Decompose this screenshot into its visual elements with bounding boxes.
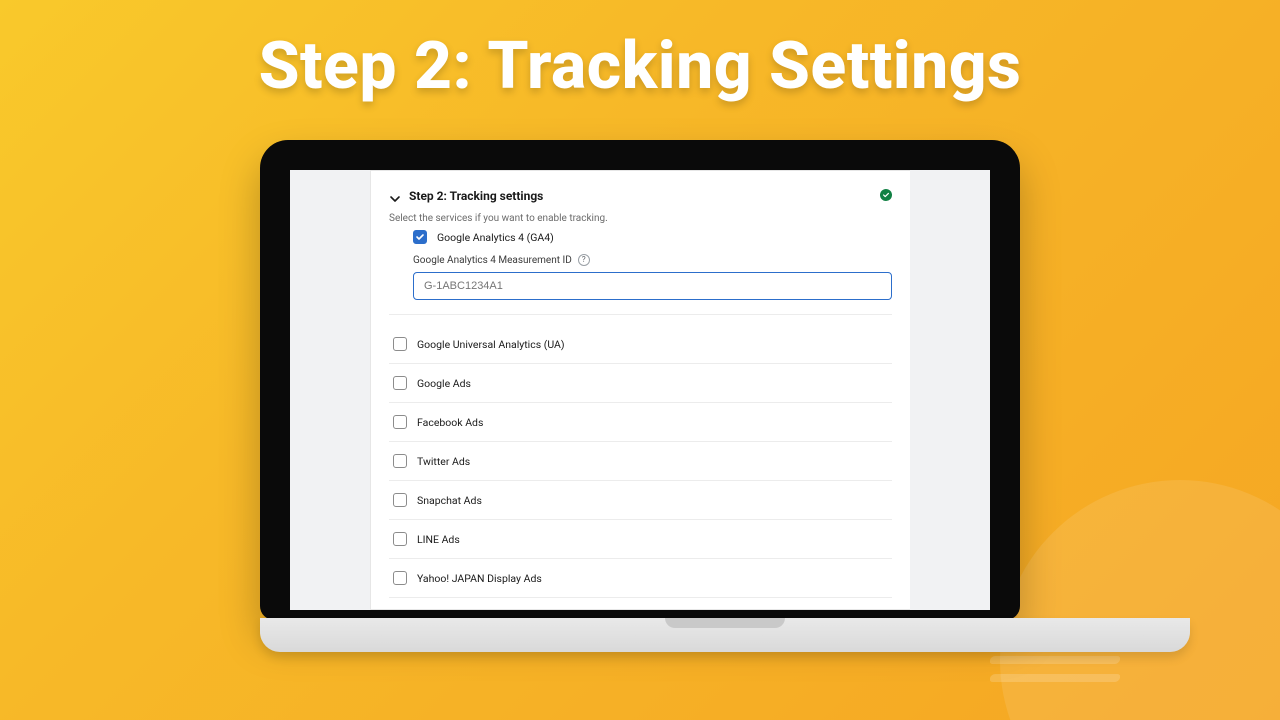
panel-description: Select the services if you want to enabl… bbox=[389, 213, 892, 224]
service-row-line-ads: LINE Ads bbox=[389, 520, 892, 559]
chevron-down-icon bbox=[389, 190, 401, 202]
laptop-mockup: Step 2: Tracking settings Select the ser… bbox=[260, 140, 1020, 654]
panel-title: Step 2: Tracking settings bbox=[409, 189, 543, 203]
hero-title: Step 2: Tracking Settings bbox=[0, 28, 1280, 105]
laptop-base bbox=[260, 618, 1190, 652]
checkbox-google-ads[interactable] bbox=[393, 376, 407, 390]
laptop-notch bbox=[665, 618, 785, 628]
service-label: Facebook Ads bbox=[417, 416, 483, 429]
service-label: Google Ads bbox=[417, 377, 471, 390]
service-row-yahoo-search: Yahoo! JAPAN Search Ads bbox=[389, 598, 892, 610]
checkbox-line-ads[interactable] bbox=[393, 532, 407, 546]
checkbox-twitter-ads[interactable] bbox=[393, 454, 407, 468]
service-ga4-block: Google Analytics 4 (GA4) Google Analytic… bbox=[389, 224, 892, 315]
ga4-field-label-row: Google Analytics 4 Measurement ID ? bbox=[413, 254, 892, 266]
service-row-yahoo-display: Yahoo! JAPAN Display Ads bbox=[389, 559, 892, 598]
service-label: Snapchat Ads bbox=[417, 494, 482, 507]
right-gutter bbox=[910, 170, 990, 610]
status-complete-icon bbox=[880, 189, 892, 201]
checkbox-snapchat-ads[interactable] bbox=[393, 493, 407, 507]
ga4-field-label: Google Analytics 4 Measurement ID bbox=[413, 255, 572, 266]
checkbox-ga4[interactable] bbox=[413, 230, 427, 244]
service-row-ga4: Google Analytics 4 (GA4) bbox=[413, 224, 892, 244]
service-row-facebook-ads: Facebook Ads bbox=[389, 403, 892, 442]
laptop-bezel: Step 2: Tracking settings Select the ser… bbox=[260, 140, 1020, 620]
service-list: Google Universal Analytics (UA) Google A… bbox=[389, 325, 892, 610]
ga4-measurement-id-input[interactable] bbox=[413, 272, 892, 300]
service-row-ua: Google Universal Analytics (UA) bbox=[389, 325, 892, 364]
checkbox-yahoo-display[interactable] bbox=[393, 571, 407, 585]
service-label: Twitter Ads bbox=[417, 455, 470, 468]
checkbox-ua[interactable] bbox=[393, 337, 407, 351]
service-label: Google Universal Analytics (UA) bbox=[417, 338, 565, 351]
panel-header[interactable]: Step 2: Tracking settings bbox=[389, 189, 892, 203]
service-row-twitter-ads: Twitter Ads bbox=[389, 442, 892, 481]
service-row-snapchat-ads: Snapchat Ads bbox=[389, 481, 892, 520]
service-label-ga4: Google Analytics 4 (GA4) bbox=[437, 231, 554, 244]
info-icon[interactable]: ? bbox=[578, 254, 590, 266]
stage: Step 2: Tracking Settings Step 2: Tracki… bbox=[0, 0, 1280, 720]
settings-panel: Step 2: Tracking settings Select the ser… bbox=[370, 170, 910, 610]
service-label: Yahoo! JAPAN Display Ads bbox=[417, 572, 542, 585]
laptop-screen: Step 2: Tracking settings Select the ser… bbox=[290, 170, 990, 610]
checkbox-facebook-ads[interactable] bbox=[393, 415, 407, 429]
left-gutter bbox=[290, 170, 370, 610]
service-row-google-ads: Google Ads bbox=[389, 364, 892, 403]
service-label: LINE Ads bbox=[417, 533, 460, 546]
